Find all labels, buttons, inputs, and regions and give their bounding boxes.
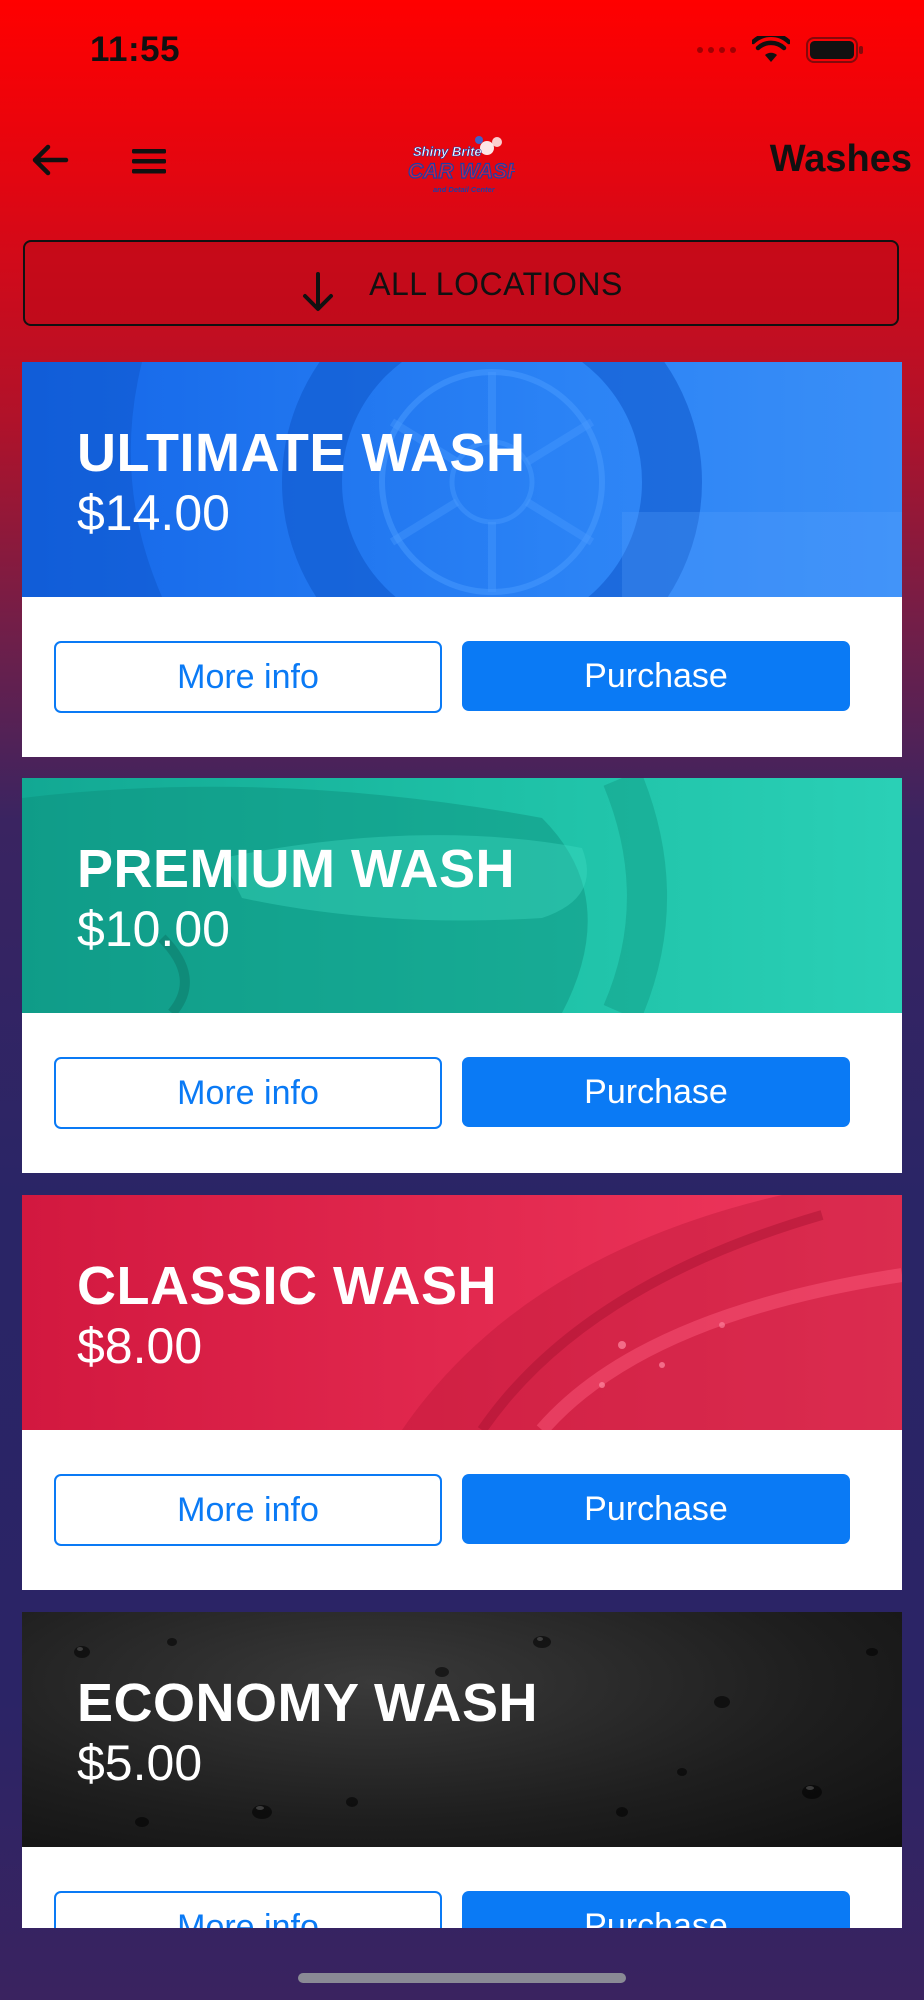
wash-card-economy: ECONOMY WASH $5.00 More info Purchase (22, 1612, 902, 1928)
purchase-button[interactable]: Purchase (462, 1891, 850, 1928)
wash-price: $8.00 (77, 1318, 203, 1374)
more-info-button[interactable]: More info (54, 1474, 442, 1546)
wash-card-actions: More info Purchase (22, 1430, 902, 1590)
wash-card-hero: CLASSIC WASH $8.00 (22, 1195, 902, 1430)
wash-card-classic: CLASSIC WASH $8.00 More info Purchase (22, 1195, 902, 1590)
wash-title: CLASSIC WASH (77, 1256, 498, 1316)
home-indicator (298, 1973, 626, 1983)
purchase-button[interactable]: Purchase (462, 1474, 850, 1544)
wash-title: ECONOMY WASH (77, 1673, 539, 1733)
more-info-button[interactable]: More info (54, 641, 442, 713)
wash-card-actions: More info Purchase (22, 597, 902, 757)
wash-card-actions: More info Purchase (22, 1013, 902, 1173)
more-info-button[interactable]: More info (54, 1891, 442, 1928)
wash-card-hero: ECONOMY WASH $5.00 (22, 1612, 902, 1847)
wash-price: $14.00 (77, 485, 230, 541)
purchase-button[interactable]: Purchase (462, 1057, 850, 1127)
wash-title: ULTIMATE WASH (77, 423, 526, 483)
wash-list: ULTIMATE WASH $14.00 More info Purchase … (0, 0, 924, 1928)
wash-card-premium: PREMIUM WASH $10.00 More info Purchase (22, 778, 902, 1173)
purchase-button[interactable]: Purchase (462, 641, 850, 711)
wash-card-hero: ULTIMATE WASH $14.00 (22, 362, 902, 597)
wash-price: $5.00 (77, 1735, 203, 1791)
wash-price: $10.00 (77, 901, 230, 957)
more-info-button[interactable]: More info (54, 1057, 442, 1129)
wash-card-hero: PREMIUM WASH $10.00 (22, 778, 902, 1013)
wash-card-actions: More info Purchase (22, 1847, 902, 1928)
wash-title: PREMIUM WASH (77, 839, 515, 899)
wash-card-ultimate: ULTIMATE WASH $14.00 More info Purchase (22, 362, 902, 757)
